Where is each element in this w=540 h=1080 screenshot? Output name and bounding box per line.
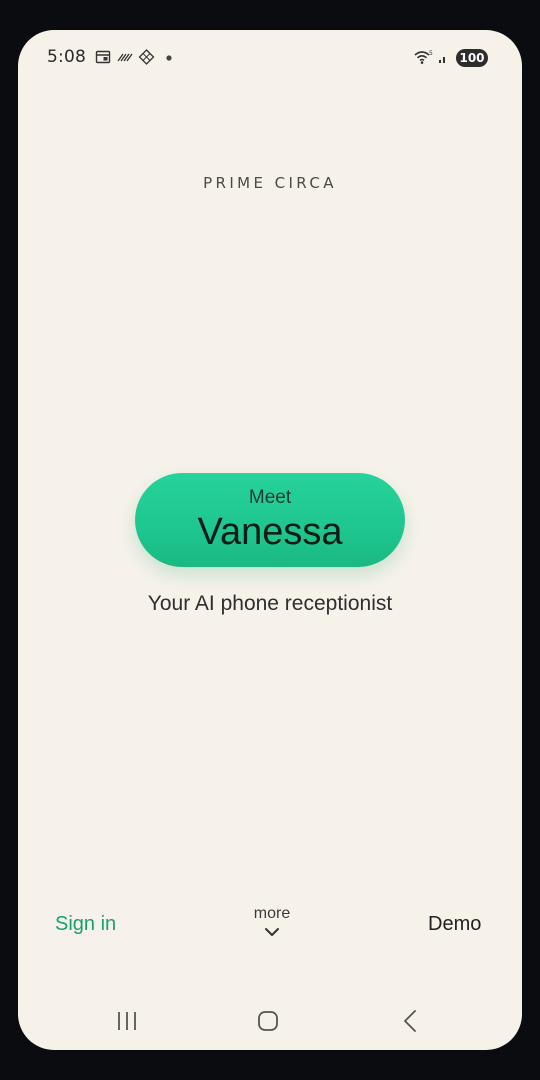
status-bar: 5:08 5 100 [18,30,522,86]
signal-icon [439,57,445,63]
svg-text:5: 5 [429,50,433,57]
battery-indicator: 100 [456,49,488,67]
assistant-name: Vanessa [197,511,343,553]
wifi-icon: 5 [414,50,433,64]
back-icon[interactable] [390,1004,430,1038]
brand-name: PRIME CIRCA [203,174,337,192]
recent-apps-icon[interactable] [107,1004,147,1038]
diamond-grid-icon [138,49,155,65]
sign-in-link[interactable]: Sign in [55,913,116,936]
meet-vanessa-button[interactable]: Meet Vanessa [135,473,405,567]
calendar-icon [95,50,111,64]
meet-label: Meet [248,487,292,508]
demo-link[interactable]: Demo [428,913,481,936]
chevron-down-icon [265,928,279,936]
app-screen: 5:08 5 100 PRIME CIRCA Meet Vanessa Your… [18,30,522,1050]
more-label: more [253,905,291,922]
more-button[interactable]: more [232,905,312,937]
tagline: Your AI phone receptionist [147,592,393,615]
hatched-icon [117,53,133,62]
status-time: 5:08 [47,47,86,67]
home-icon[interactable] [248,1004,288,1038]
notification-dot-icon [166,55,172,61]
